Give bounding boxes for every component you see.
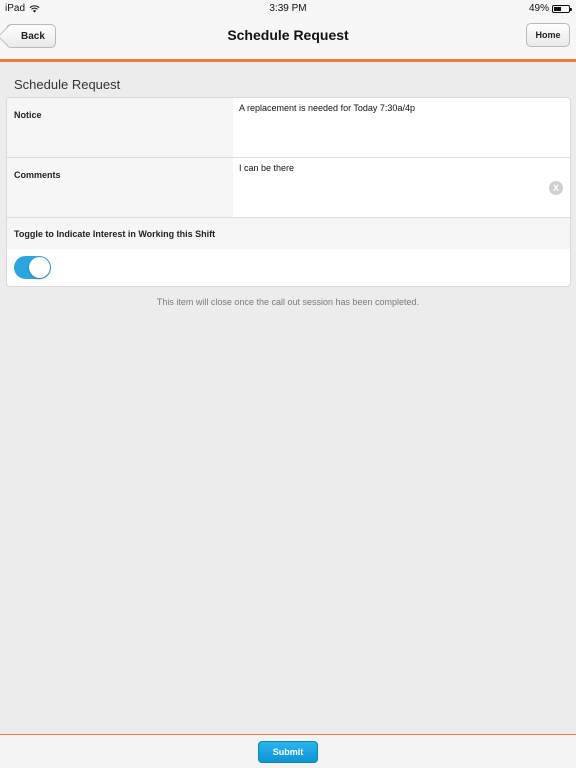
info-note: This item will close once the call out s… xyxy=(156,297,420,307)
comments-input[interactable]: I can be there xyxy=(239,158,570,217)
comments-row: Comments I can be there X xyxy=(7,158,570,218)
submit-button[interactable]: Submit xyxy=(258,741,318,763)
toggle-label: Toggle to Indicate Interest in Working t… xyxy=(7,218,570,249)
comments-label: Comments xyxy=(7,158,233,217)
toggle-knob xyxy=(29,257,50,278)
status-right: 49% xyxy=(528,3,572,14)
bottom-bar: Submit xyxy=(0,734,576,768)
battery-fill xyxy=(554,6,561,11)
section-title: Schedule Request xyxy=(14,77,121,92)
page-title: Schedule Request xyxy=(227,27,349,43)
status-bar: iPad 3:39 PM 49% xyxy=(0,0,576,16)
notice-row: Notice A replacement is needed for Today… xyxy=(7,98,570,158)
nav-bar: Back Schedule Request Home xyxy=(0,16,576,62)
notice-label: Notice xyxy=(7,98,233,157)
home-button[interactable]: Home xyxy=(526,23,570,47)
clear-icon[interactable]: X xyxy=(549,181,563,195)
battery-percent: 49% xyxy=(528,3,549,14)
interest-toggle[interactable] xyxy=(14,256,51,279)
battery-icon xyxy=(552,4,572,13)
form-card: Notice A replacement is needed for Today… xyxy=(6,97,571,287)
status-time: 3:39 PM xyxy=(269,3,307,14)
notice-value: A replacement is needed for Today 7:30a/… xyxy=(239,103,415,113)
